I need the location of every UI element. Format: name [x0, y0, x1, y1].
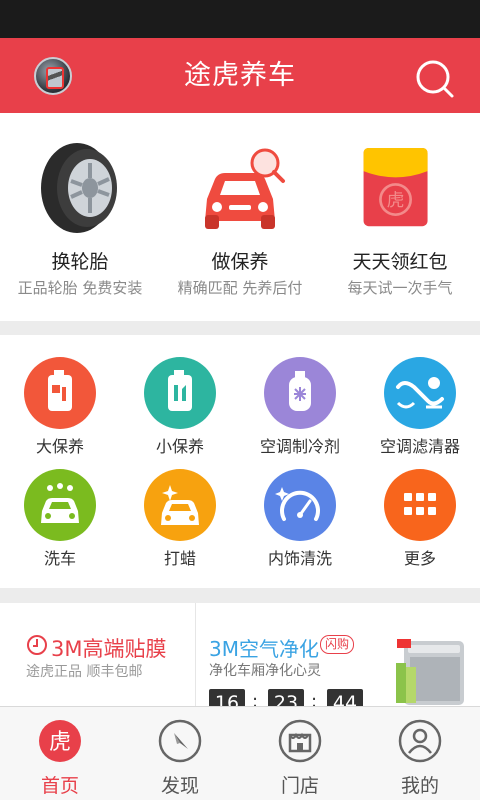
service-car-wash[interactable]: 洗车: [0, 447, 120, 568]
compass-icon: [158, 719, 202, 763]
clock-icon: [27, 635, 47, 655]
service-label: 打蜡: [163, 549, 196, 568]
interior-clean-icon: [264, 469, 336, 541]
tire-icon: [41, 143, 117, 233]
home-icon-glyph: 虎: [49, 730, 71, 755]
service-car-wax[interactable]: 打蜡: [120, 447, 240, 568]
service-ac-filter[interactable]: 空调滤清器: [360, 335, 480, 456]
deal-subtitle: 净化车厢净化心灵: [209, 663, 321, 679]
app-title: 途虎养车: [184, 60, 296, 91]
promo-subtitle: 每天试一次手气: [347, 279, 453, 297]
promo-subtitle: 正品轮胎 免费安装: [17, 279, 143, 297]
promo-tire[interactable]: 换轮胎 正品轮胎 免费安装: [0, 113, 160, 321]
deal-film[interactable]: 3M高端贴膜 途虎正品 顺丰包邮: [0, 603, 196, 706]
service-minor-maintenance[interactable]: 小保养: [120, 335, 240, 456]
service-major-maintenance[interactable]: 大保养: [0, 335, 120, 456]
service-label: 更多: [403, 549, 436, 568]
promo-title: 换轮胎: [51, 251, 109, 273]
refrigerant-icon: [264, 357, 336, 429]
countdown-separator: :: [311, 691, 318, 706]
search-button[interactable]: [412, 56, 458, 102]
red-packet-icon: 虎: [363, 148, 428, 227]
promo-maintenance[interactable]: 做保养 精确匹配 先养后付: [160, 113, 320, 321]
grid-icon: [384, 469, 456, 541]
tab-discover[interactable]: 发现: [120, 707, 240, 800]
service-label: 洗车: [43, 549, 76, 568]
flash-sale-badge: 闪购: [320, 635, 355, 654]
tab-profile[interactable]: 我的: [360, 707, 480, 800]
tab-home[interactable]: 虎 首页: [0, 707, 120, 800]
tab-label: 首页: [40, 775, 79, 797]
promo-subtitle: 精确匹配 先养后付: [177, 279, 303, 297]
bottom-tab-bar: 虎 首页 发现 门店 我的: [0, 706, 480, 800]
oil-bottle-icon: [24, 357, 96, 429]
service-interior-clean[interactable]: 内饰清洗: [240, 447, 360, 568]
car-wash-icon: [24, 469, 96, 541]
oil-bottle-icon: [144, 357, 216, 429]
countdown-minutes: 23: [268, 689, 304, 706]
tab-label: 我的: [400, 775, 439, 797]
ac-filter-icon: [384, 357, 456, 429]
user-icon: [398, 719, 442, 763]
tab-store[interactable]: 门店: [240, 707, 360, 800]
promo-title: 天天领红包: [352, 251, 448, 273]
tab-label: 发现: [160, 775, 199, 797]
service-more[interactable]: 更多: [360, 447, 480, 568]
status-bar: [0, 0, 480, 38]
services-grid: 大保养 小保养 空调制冷剂 空调滤清器 洗车 打蜡 内饰清洗 更多: [0, 335, 480, 588]
deal-subtitle: 途虎正品 顺丰包邮: [26, 664, 143, 680]
countdown-hours: 16: [209, 689, 245, 706]
service-label: 内饰清洗: [267, 549, 332, 568]
deal-title: 3M空气净化: [209, 637, 319, 661]
deals-section: 3M高端贴膜 途虎正品 顺丰包邮 3M空气净化 闪购 净化车厢净化心灵 16 :…: [0, 603, 480, 706]
countdown-separator: :: [252, 691, 259, 706]
home-tiger-icon: 虎: [39, 720, 81, 762]
deal-title: 3M高端贴膜: [51, 637, 167, 661]
store-icon: [278, 719, 322, 763]
countdown-seconds: 44: [327, 689, 363, 706]
search-icon: [416, 60, 454, 98]
promo-red-packet[interactable]: 虎 天天领红包 每天试一次手气: [320, 113, 480, 321]
app-header: 途虎养车: [0, 38, 480, 113]
air-purifier-product-image: [396, 639, 464, 705]
service-ac-refrigerant[interactable]: 空调制冷剂: [240, 335, 360, 456]
svg-text:虎: 虎: [387, 190, 405, 211]
promo-title: 做保养: [211, 251, 269, 273]
promo-section: 换轮胎 正品轮胎 免费安装 做保养 精确匹配 先养后付 虎 天天领红包 每天试一…: [0, 113, 480, 321]
car-wax-icon: [144, 469, 216, 541]
car-search-icon: [205, 148, 285, 229]
tab-label: 门店: [280, 775, 319, 797]
